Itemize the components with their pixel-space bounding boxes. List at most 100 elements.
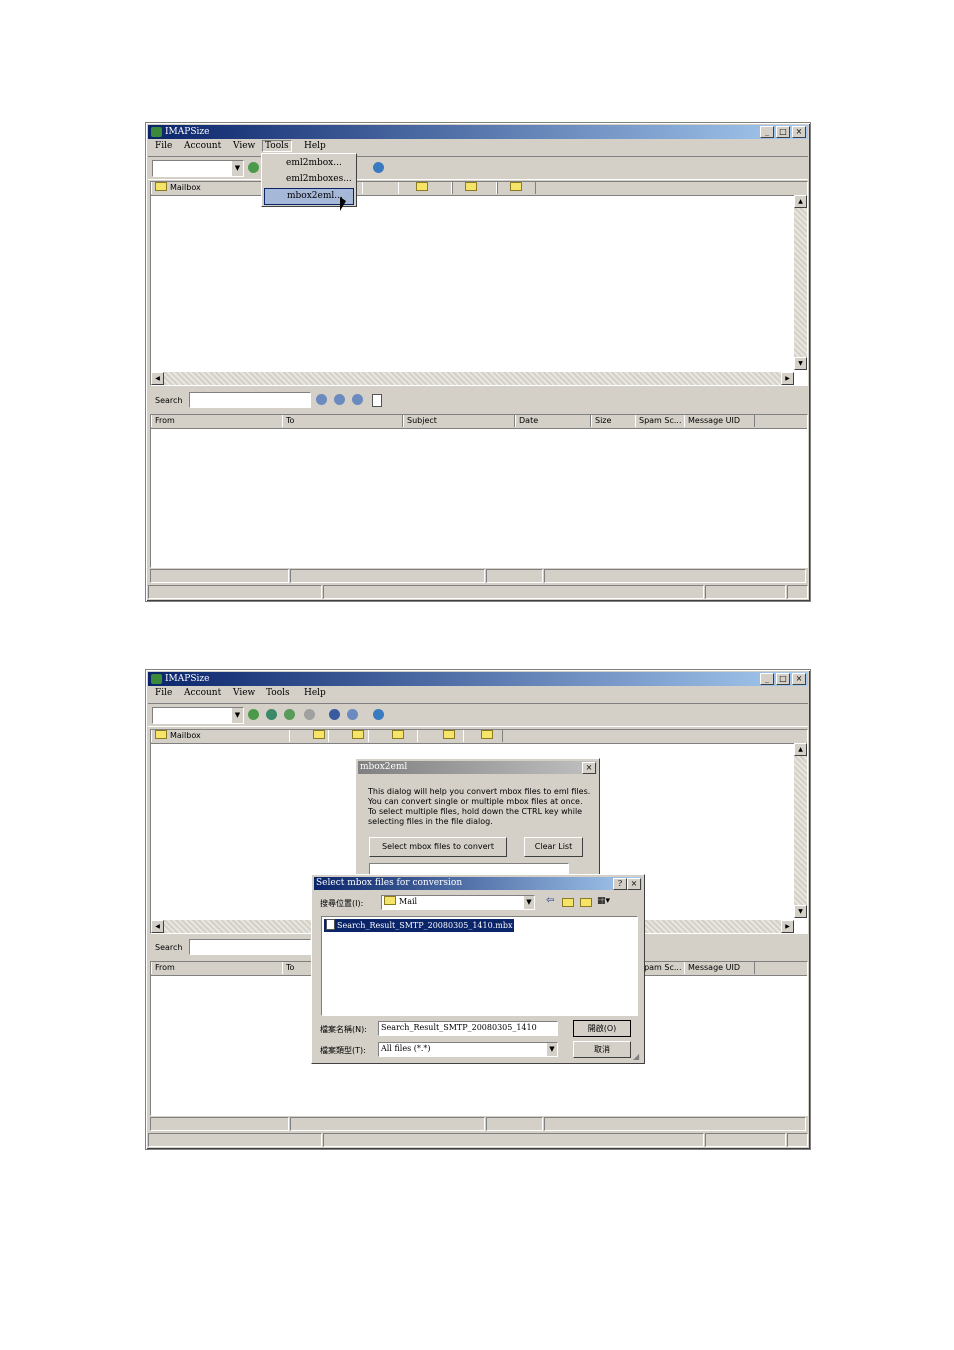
maximize-button[interactable]: □ — [776, 673, 790, 685]
menu-help[interactable]: Help — [304, 688, 326, 698]
column-subject[interactable]: Subject — [403, 415, 515, 427]
dialog-title-bar[interactable]: mbox2eml × — [358, 761, 597, 774]
menu-help[interactable]: Help — [304, 141, 326, 151]
unread-column[interactable] — [451, 182, 498, 194]
sort-icon[interactable] — [329, 709, 340, 720]
column-date[interactable]: Date — [515, 415, 591, 427]
close-button[interactable]: × — [792, 673, 806, 685]
app-icon — [151, 674, 162, 684]
column-from[interactable]: From — [151, 962, 283, 974]
look-in-label: 搜尋位置(I): — [320, 899, 364, 908]
dialog-close-button[interactable]: × — [582, 762, 596, 774]
new-folder-icon[interactable] — [580, 898, 592, 907]
search-input[interactable] — [189, 939, 311, 955]
menu-item-eml2mbox[interactable]: eml2mbox... — [264, 156, 354, 171]
folder-column[interactable] — [398, 182, 453, 194]
account-combo[interactable]: ▼ — [152, 707, 244, 724]
column-size[interactable]: Size — [591, 415, 636, 427]
filename-input[interactable]: Search_Result_SMTP_20080305_1410 — [378, 1021, 558, 1036]
search-icon[interactable] — [316, 394, 327, 405]
chevron-down-icon[interactable]: ▼ — [232, 161, 243, 176]
select-mbox-files-button[interactable]: Select mbox files to convert — [369, 837, 507, 857]
connect-icon[interactable] — [248, 162, 259, 173]
folder-icon — [416, 182, 428, 191]
connect-icon[interactable] — [248, 709, 259, 720]
scroll-right-icon[interactable]: ▶ — [781, 920, 794, 933]
column-to[interactable]: To — [282, 415, 403, 427]
scroll-down-icon[interactable]: ▼ — [794, 905, 807, 918]
app-icon — [151, 127, 162, 137]
window-title: IMAPSize — [165, 674, 210, 684]
resize-grip-icon[interactable]: ◢ — [633, 1052, 639, 1061]
menu-file[interactable]: File — [155, 688, 172, 698]
scroll-up-icon[interactable]: ▲ — [794, 743, 807, 756]
title-bar[interactable]: IMAPSize _ □ × — [148, 672, 808, 686]
cancel-button[interactable]: 取消 — [573, 1041, 631, 1058]
settings-icon[interactable] — [373, 162, 384, 173]
column-spam-score[interactable]: Spam Sc... — [635, 415, 685, 427]
size-column[interactable] — [289, 730, 329, 742]
download-icon[interactable] — [284, 709, 295, 720]
new-column[interactable] — [496, 182, 536, 194]
column-from[interactable]: From — [151, 415, 283, 427]
up-folder-icon[interactable] — [562, 898, 574, 907]
search-clear-icon[interactable] — [352, 394, 363, 405]
menu-view[interactable]: View — [233, 141, 255, 151]
menu-item-eml2mboxes[interactable]: eml2mboxes... — [264, 172, 354, 187]
chevron-down-icon[interactable]: ▼ — [547, 1043, 557, 1056]
new-column[interactable] — [463, 730, 503, 742]
unread-column[interactable] — [417, 730, 464, 742]
mailbox-vscroll[interactable]: ▲ ▼ — [794, 195, 807, 370]
scroll-down-icon[interactable]: ▼ — [794, 357, 807, 370]
mailbox-hscroll[interactable]: ◀ ▶ — [151, 372, 794, 385]
look-in-combo[interactable]: Mail ▼ — [381, 895, 535, 910]
mailbox-column[interactable]: Mailbox — [151, 730, 290, 742]
search-icon[interactable] — [347, 709, 358, 720]
minimize-button[interactable]: _ — [760, 673, 774, 685]
scroll-left-icon[interactable]: ◀ — [151, 920, 164, 933]
file-item[interactable]: Search_Result_SMTP_20080305_1410.mbx — [324, 919, 515, 932]
dialog-title-bar[interactable]: Select mbox files for conversion ? × — [314, 877, 642, 890]
scroll-right-icon[interactable]: ▶ — [781, 372, 794, 385]
menu-view[interactable]: View — [233, 688, 255, 698]
settings-icon[interactable] — [373, 709, 384, 720]
size-column[interactable] — [362, 182, 399, 194]
folder-column[interactable] — [368, 730, 418, 742]
filetype-combo[interactable]: All files (*.*) ▼ — [378, 1042, 558, 1057]
document-icon[interactable] — [372, 394, 382, 407]
chevron-down-icon[interactable]: ▼ — [232, 708, 243, 723]
view-menu-icon[interactable]: ▦▾ — [597, 896, 610, 906]
menu-account[interactable]: Account — [184, 688, 221, 698]
folder-icon — [384, 896, 396, 905]
refresh-icon[interactable] — [266, 709, 277, 720]
menu-tools[interactable]: Tools — [262, 140, 292, 152]
clear-list-button[interactable]: Clear List — [524, 837, 583, 857]
account-combo[interactable]: ▼ — [152, 160, 244, 177]
help-button[interactable]: ? — [613, 878, 627, 890]
menu-account[interactable]: Account — [184, 141, 221, 151]
count-column[interactable] — [328, 730, 369, 742]
minimize-button[interactable]: _ — [760, 126, 774, 138]
close-button[interactable]: × — [792, 126, 806, 138]
mailbox-vscroll[interactable]: ▲ ▼ — [794, 743, 807, 918]
file-list[interactable]: Search_Result_SMTP_20080305_1410.mbx — [321, 916, 638, 1016]
back-icon[interactable]: ⇦ — [546, 895, 554, 906]
search-bar: Search — [148, 387, 808, 413]
scroll-up-icon[interactable]: ▲ — [794, 195, 807, 208]
scroll-left-icon[interactable]: ◀ — [151, 372, 164, 385]
column-message-uid[interactable]: Message UID — [684, 962, 755, 974]
chevron-down-icon[interactable]: ▼ — [524, 896, 534, 909]
search-advanced-icon[interactable] — [334, 394, 345, 405]
stop-icon[interactable] — [304, 709, 315, 720]
menu-tools[interactable]: Tools — [266, 688, 290, 698]
title-bar[interactable]: IMAPSize _ □ × — [148, 125, 808, 139]
open-button[interactable]: 開啟(O) — [573, 1020, 631, 1037]
menu-file[interactable]: File — [155, 141, 172, 151]
dialog-close-button[interactable]: × — [627, 878, 641, 890]
status-row-upper — [150, 1117, 806, 1131]
maximize-button[interactable]: □ — [776, 126, 790, 138]
message-header: From To Subject Date Size Spam Sc... Mes… — [151, 415, 807, 429]
column-message-uid[interactable]: Message UID — [684, 415, 755, 427]
search-label: Search — [155, 943, 183, 952]
search-input[interactable] — [189, 392, 311, 408]
